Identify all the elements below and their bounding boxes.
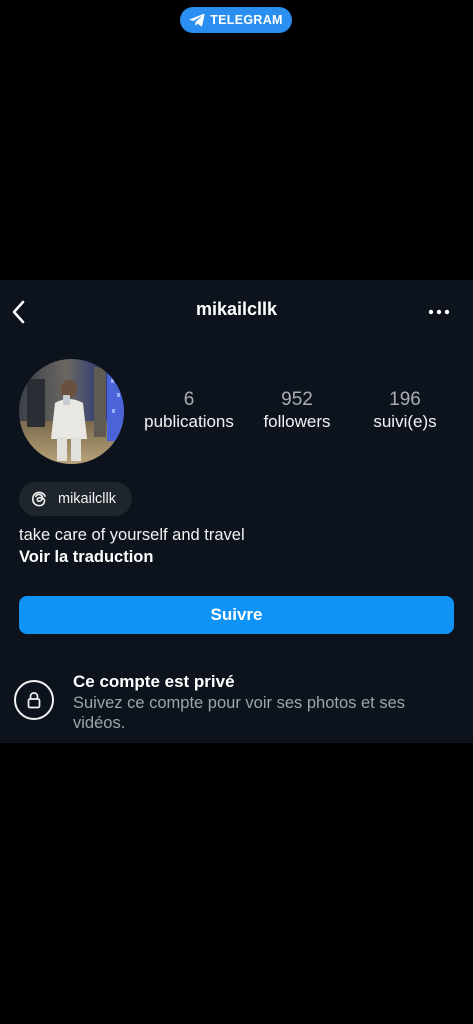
stat-followers-count: 952 [281,389,313,410]
telegram-badge-label: TELEGRAM [210,13,283,27]
telegram-paper-plane-icon [189,13,205,27]
stat-followers[interactable]: 952 followers [244,389,350,433]
private-account-description: Suivez ce compte pour voir ses photos et… [73,694,405,732]
telegram-badge[interactable]: TELEGRAM [180,7,292,33]
stat-publications[interactable]: 6 publications [134,389,244,433]
threads-icon [31,491,46,507]
stat-publications-count: 6 [183,389,195,410]
screen: TELEGRAM mikailcllk 6 publications 952 f… [0,0,473,1024]
stat-following-label: suivi(e)s [373,412,437,431]
more-horizontal-icon[interactable] [427,304,451,320]
avatar[interactable] [19,359,124,464]
stat-following-count: 196 [389,389,421,410]
threads-chip-label: mikailcllk [58,491,116,507]
lock-icon-circle [14,680,54,720]
lock-icon [27,692,41,709]
profile-bio: take care of yourself and travel [19,526,245,544]
profile-username-title: mikailcllk [195,299,278,319]
threads-chip[interactable]: mikailcllk [19,482,132,516]
stat-following[interactable]: 196 suivi(e)s [350,389,460,433]
profile-photo [19,359,124,464]
see-translation-link[interactable]: Voir la traduction [19,548,153,567]
follow-button[interactable]: Suivre [19,596,454,634]
profile-panel: mikailcllk 6 publications 952 followers … [0,280,473,743]
stat-publications-label: publications [144,412,234,431]
stat-followers-label: followers [263,412,331,431]
private-account-title: Ce compte est privé [73,672,235,691]
